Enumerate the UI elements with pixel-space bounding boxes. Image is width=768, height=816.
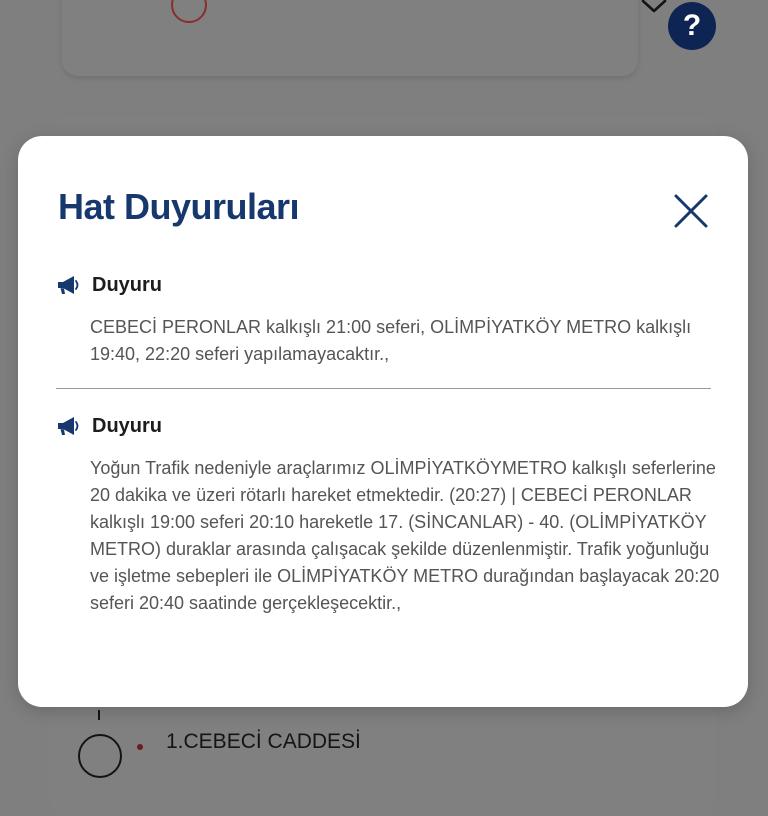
announcement-item: Duyuru CEBECİ PERONLAR kalkışlı 21:00 se… [56, 272, 716, 368]
announcements-modal: Hat Duyuruları Duyuru CEBECİ PERONLAR ka… [18, 136, 748, 707]
stop-list-item[interactable]: 1.CEBECİ CADDESİ [78, 710, 578, 778]
announcement-label: Duyuru [92, 414, 162, 437]
modal-title: Hat Duyuruları [58, 186, 300, 227]
divider [56, 388, 711, 389]
megaphone-icon [58, 417, 79, 435]
stop-dot-icon [137, 744, 143, 750]
help-button[interactable]: ? [668, 2, 716, 50]
announcement-text: CEBECİ PERONLAR kalkışlı 21:00 seferi, O… [90, 317, 692, 364]
megaphone-icon [58, 276, 79, 294]
chevron-down-icon[interactable] [640, 0, 668, 16]
route-selector-card[interactable] [62, 0, 667, 76]
announcement-text: Yoğun Trafik nedeniyle araçlarımız OLİMP… [90, 458, 720, 613]
announcement-label: Duyuru [92, 273, 162, 296]
route-color-indicator [171, 0, 207, 23]
help-icon: ? [682, 9, 702, 42]
announcement-item: Duyuru Yoğun Trafik nedeniyle araçlarımı… [56, 413, 719, 617]
close-icon[interactable] [672, 192, 710, 230]
stop-circle-icon [78, 734, 122, 778]
stop-connector-line [98, 710, 100, 720]
stop-name: 1.CEBECİ CADDESİ [166, 730, 361, 753]
